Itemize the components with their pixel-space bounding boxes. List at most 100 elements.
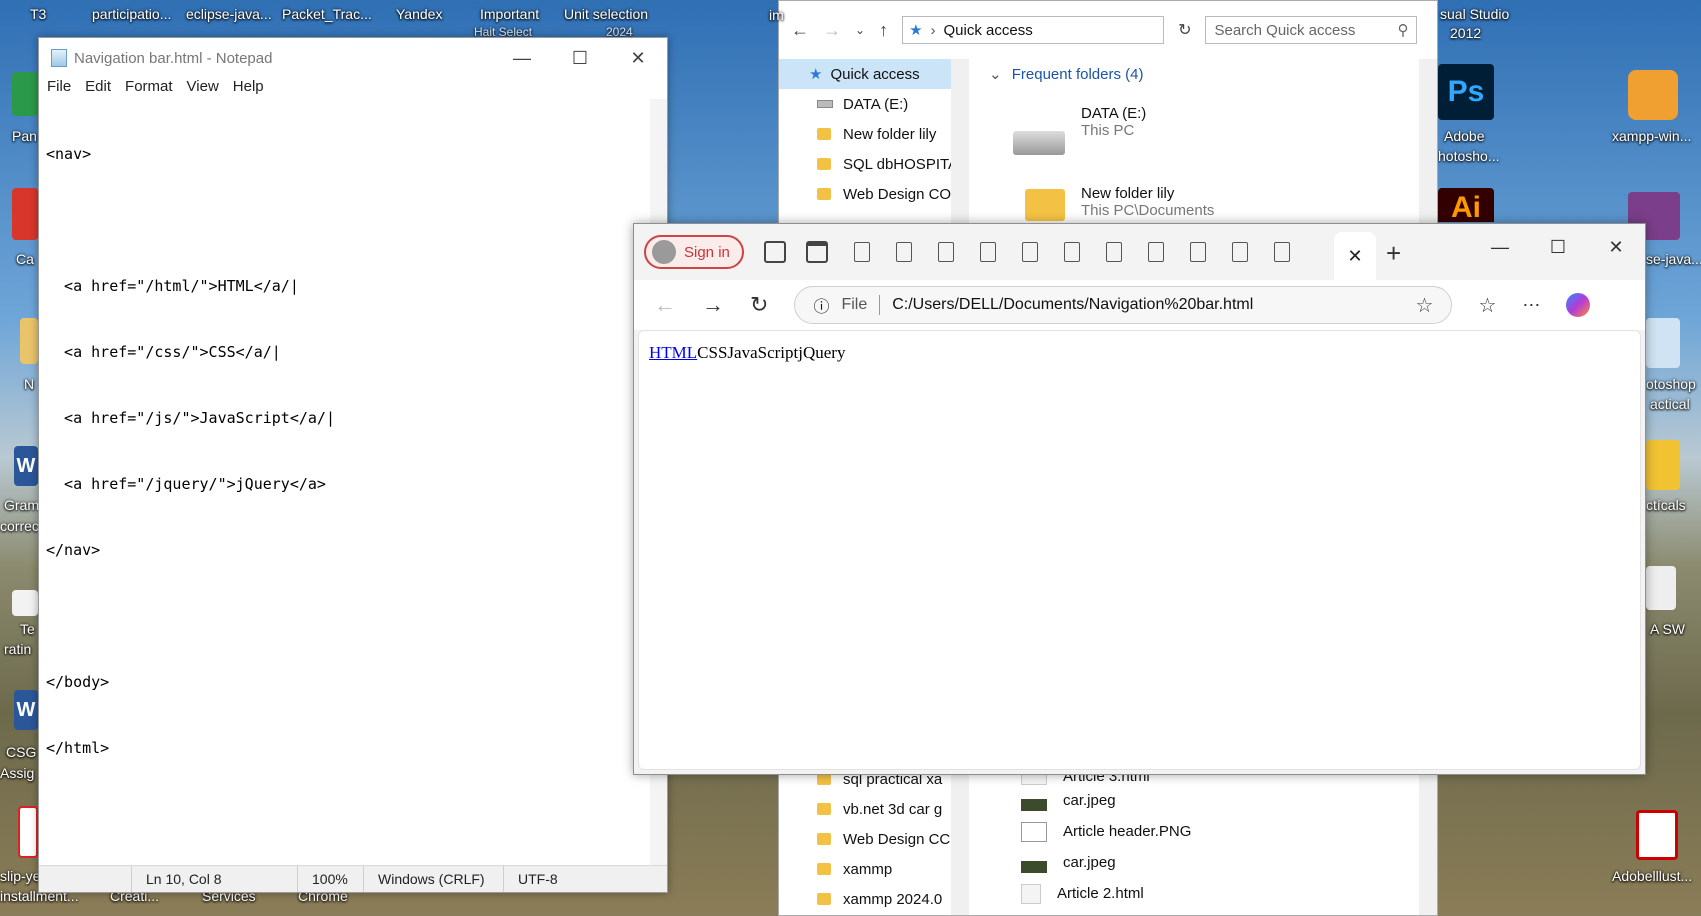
- desktop-icon-label[interactable]: Pan: [12, 128, 37, 144]
- workspaces-icon[interactable]: [763, 241, 786, 263]
- desktop-icon-label[interactable]: Te: [20, 621, 35, 637]
- desktop-icon-label[interactable]: sual Studio: [1440, 6, 1509, 22]
- sidebar-item-folder[interactable]: SQL dbHOSPITA: [779, 149, 951, 179]
- sign-in-button[interactable]: Sign in: [644, 235, 744, 269]
- back-arrow-icon[interactable]: ←: [791, 20, 809, 41]
- copilot-icon[interactable]: [1566, 293, 1591, 317]
- desktop-icon-label[interactable]: eclipse-java...: [186, 6, 272, 22]
- app-icon[interactable]: [12, 72, 38, 116]
- list-item[interactable]: Article header.PNG: [969, 816, 1419, 847]
- illustrator-icon[interactable]: Ai: [1438, 188, 1494, 224]
- address-bar[interactable]: ★ › Quick access: [902, 16, 1165, 44]
- desktop-icon-label[interactable]: Important: [480, 6, 539, 22]
- refresh-icon[interactable]: ↻: [1178, 20, 1191, 40]
- word-icon[interactable]: W: [14, 690, 38, 730]
- desktop-icon-label[interactable]: otoshop: [1646, 376, 1696, 392]
- tab[interactable]: [1147, 242, 1164, 262]
- sidebar-item-folder[interactable]: xammp: [779, 854, 951, 884]
- active-tab-close-button[interactable]: ✕: [1334, 232, 1376, 280]
- desktop-icon-label[interactable]: se-java...: [1646, 251, 1701, 267]
- folder-tile[interactable]: DATA (E:) This PC: [1013, 105, 1146, 155]
- nav-link-html[interactable]: HTML: [649, 343, 697, 362]
- minimize-button[interactable]: —: [493, 38, 551, 78]
- desktop-icon-label[interactable]: Gram: [4, 497, 39, 513]
- desktop-icon-label[interactable]: Ca: [16, 251, 34, 267]
- desktop-icon-label[interactable]: slip-ye: [0, 868, 40, 884]
- close-button[interactable]: ✕: [609, 38, 667, 78]
- sidebar-item-folder[interactable]: New folder lily: [779, 119, 951, 149]
- desktop-icon-label[interactable]: Adobelllust...: [1612, 868, 1692, 884]
- search-input[interactable]: Search Quick access ⚲: [1205, 16, 1418, 44]
- refresh-icon[interactable]: ↻: [750, 292, 768, 318]
- list-item[interactable]: car.jpeg: [969, 847, 1419, 878]
- menu-edit[interactable]: Edit: [85, 78, 111, 99]
- maximize-button[interactable]: ☐: [551, 38, 609, 78]
- desktop-icon-label[interactable]: T3: [30, 6, 46, 22]
- desktop-icon-label[interactable]: ctícals: [1646, 497, 1686, 513]
- address-bar[interactable]: ⓘ File C:/Users/DELL/Documents/Navigatio…: [794, 286, 1453, 324]
- folder-icon[interactable]: [20, 318, 38, 364]
- list-item[interactable]: Article 2.html: [969, 878, 1419, 909]
- desktop-icon-label[interactable]: xampp-win...: [1612, 128, 1691, 144]
- close-button[interactable]: ✕: [1587, 224, 1645, 270]
- tab-actions-icon[interactable]: [805, 241, 828, 263]
- sidebar-item-folder[interactable]: xammp 2024.0: [779, 884, 951, 914]
- new-tab-button[interactable]: +: [1386, 238, 1401, 269]
- tab[interactable]: [1021, 242, 1038, 262]
- document-icon[interactable]: [12, 590, 38, 616]
- tab[interactable]: [1189, 242, 1206, 262]
- minimize-button[interactable]: —: [1471, 224, 1529, 270]
- desktop-icon-label[interactable]: CSG: [6, 744, 36, 760]
- info-icon[interactable]: ⓘ: [813, 293, 829, 317]
- tab[interactable]: [937, 242, 954, 262]
- list-item[interactable]: car.jpeg: [969, 785, 1419, 816]
- favorite-star-icon[interactable]: ☆: [1416, 293, 1434, 318]
- section-header[interactable]: ⌄ Frequent folders (4): [969, 59, 1419, 83]
- sidebar-item-folder[interactable]: Web Design CC: [779, 824, 951, 854]
- menu-help[interactable]: Help: [233, 78, 264, 99]
- sidebar-item-quick-access[interactable]: ★ Quick access: [779, 59, 951, 89]
- photoshop-icon[interactable]: Ps: [1438, 64, 1494, 120]
- desktop-icon-label[interactable]: Yandex: [396, 6, 442, 22]
- menu-view[interactable]: View: [187, 78, 219, 99]
- chevron-down-icon[interactable]: ⌄: [855, 23, 865, 37]
- desktop-icon-label[interactable]: participatio...: [92, 6, 171, 22]
- tab[interactable]: [1105, 242, 1122, 262]
- forward-arrow-icon[interactable]: →: [702, 292, 724, 318]
- sidebar-item-folder[interactable]: Web Design CO: [779, 179, 951, 209]
- pdf-icon[interactable]: [1636, 810, 1678, 860]
- sidebar-item-folder[interactable]: vb.net 3d car g: [779, 794, 951, 824]
- back-arrow-icon[interactable]: ←: [654, 292, 676, 318]
- tab[interactable]: [1231, 242, 1248, 262]
- folder-icon[interactable]: [1646, 440, 1680, 490]
- tab[interactable]: [979, 242, 996, 262]
- maximize-button[interactable]: ☐: [1529, 224, 1587, 270]
- desktop-icon-label[interactable]: Packet_Trac...: [282, 6, 372, 22]
- tab[interactable]: [853, 242, 870, 262]
- tab[interactable]: [895, 242, 912, 262]
- file-icon[interactable]: [1646, 318, 1680, 368]
- sidebar-item-drive[interactable]: DATA (E:): [779, 89, 951, 119]
- app-icon[interactable]: [12, 188, 38, 240]
- desktop-icon-label[interactable]: N: [24, 376, 34, 392]
- desktop-icon-label[interactable]: A SW: [1650, 621, 1685, 637]
- pdf-icon[interactable]: [18, 806, 38, 858]
- desktop-icon-label[interactable]: Unit selection: [564, 6, 648, 22]
- text-editor[interactable]: <nav> <a href="/html/">HTML</a/| <a href…: [39, 99, 650, 865]
- tab[interactable]: [1273, 242, 1290, 262]
- file-icon[interactable]: [1646, 566, 1676, 610]
- menu-format[interactable]: Format: [125, 78, 173, 99]
- desktop-icon-label[interactable]: Adobe: [1444, 128, 1484, 144]
- notepad-icon: [51, 49, 67, 67]
- menu-file[interactable]: File: [47, 78, 71, 99]
- xampp-icon[interactable]: [1628, 70, 1678, 120]
- edge-browser-window[interactable]: Sign in ✕ + — ☐ ✕ ← → ↻ ⓘ File C:/Users/…: [633, 223, 1646, 775]
- folder-tile[interactable]: New folder lily This PC\Documents: [1025, 185, 1214, 221]
- favorites-icon[interactable]: ☆: [1478, 293, 1496, 318]
- tab[interactable]: [1063, 242, 1080, 262]
- more-options-icon[interactable]: ⋯: [1522, 295, 1540, 316]
- notepad-window[interactable]: Navigation bar.html - Notepad — ☐ ✕ File…: [38, 37, 668, 893]
- forward-arrow-icon[interactable]: →: [823, 20, 841, 41]
- up-arrow-icon[interactable]: ↑: [879, 20, 888, 41]
- word-icon[interactable]: W: [14, 446, 38, 486]
